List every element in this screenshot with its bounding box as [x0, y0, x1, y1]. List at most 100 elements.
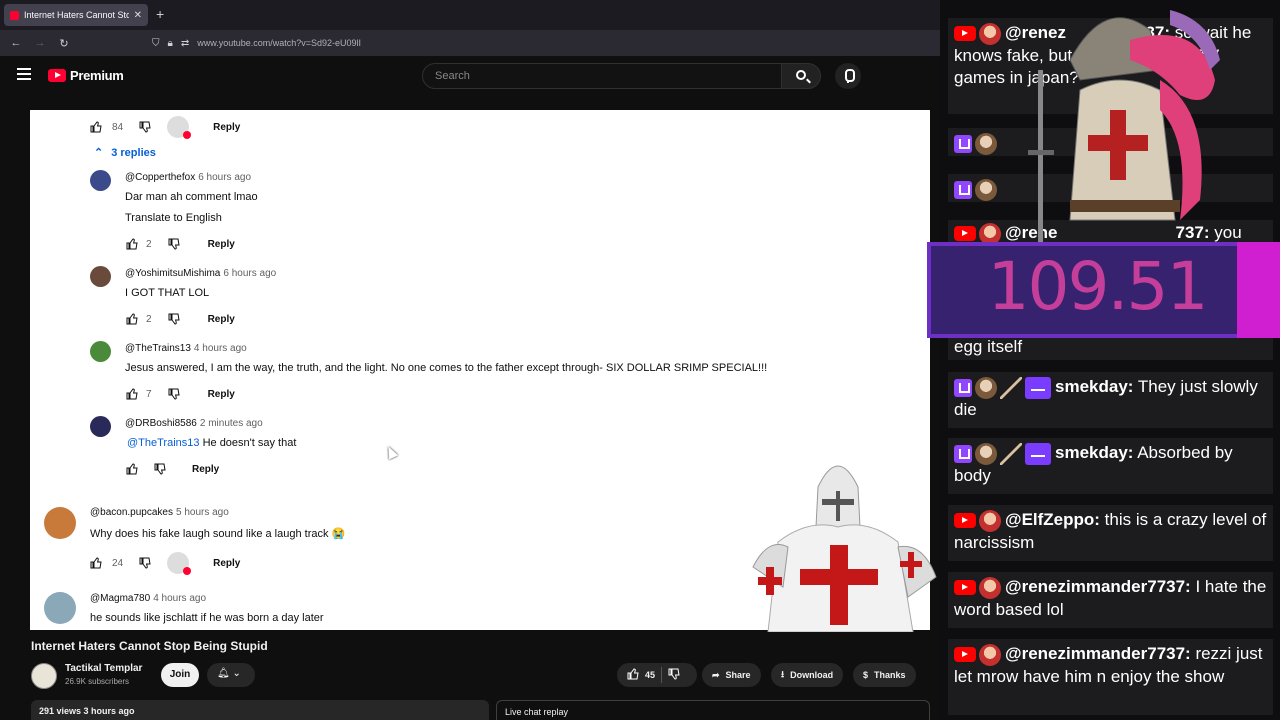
reply-button[interactable]: Reply — [208, 239, 235, 250]
channel-name[interactable]: Tactikal Templar — [65, 663, 142, 674]
user-avatar-icon — [975, 178, 997, 201]
new-tab-button[interactable]: + — [156, 6, 164, 22]
like-icon[interactable] — [90, 121, 102, 133]
tab-title: Internet Haters Cannot Stop Being Stupid — [24, 10, 129, 20]
comment-text: Jesus answered, I am the way, the truth,… — [125, 362, 768, 374]
like-icon[interactable] — [126, 238, 138, 250]
translate-link[interactable]: Translate to English — [125, 212, 222, 224]
back-icon[interactable]: ← — [4, 37, 28, 49]
chat-message: smekday: Absorbed by body — [948, 438, 1273, 494]
shield-icon[interactable]: ⛉ — [152, 38, 160, 49]
replies-toggle[interactable]: ⌃ 3 replies — [94, 146, 156, 160]
dislike-icon[interactable] — [668, 668, 680, 682]
reply-button[interactable]: Reply — [192, 464, 219, 475]
creator-heart-avatar — [167, 116, 192, 139]
channel-avatar[interactable] — [31, 663, 57, 689]
dolphin-knight-mascot-image — [1028, 10, 1220, 242]
reply-button[interactable]: Reply — [213, 122, 240, 133]
video-description-box[interactable]: 291 views 3 hours ago — [31, 700, 489, 720]
comment-actions: 24 Reply — [90, 552, 240, 575]
search-input[interactable]: Search — [422, 63, 782, 89]
avatar[interactable] — [90, 170, 111, 191]
youtube-badge-icon — [954, 647, 976, 663]
chat-message: @ElfZeppo: this is a crazy level of narc… — [948, 505, 1273, 561]
comment-author[interactable]: @Magma780 4 hours ago — [90, 593, 206, 604]
reload-icon[interactable]: ↻ — [52, 37, 76, 50]
comment-actions: 2 Reply — [126, 313, 235, 325]
comment-text: I GOT THAT LOL — [125, 287, 210, 299]
comment-author[interactable]: @Copperthefox 6 hours ago — [125, 172, 251, 183]
dislike-icon[interactable] — [154, 463, 166, 475]
emote-badge-icon — [1025, 376, 1051, 399]
logo-text: Premium — [70, 68, 124, 83]
voice-search-icon[interactable] — [835, 63, 861, 89]
browser-tab-bar: Internet Haters Cannot Stop Being Stupid… — [0, 0, 940, 30]
comment-author[interactable]: @TheTrains13 4 hours ago — [125, 343, 247, 354]
download-icon: ⭳ — [781, 669, 785, 679]
browser-tab[interactable]: Internet Haters Cannot Stop Being Stupid… — [4, 4, 148, 26]
address-bar[interactable]: ⛉ 🔒︎ ⇄ www.youtube.com/watch?v=Sd92-eU09… — [152, 33, 922, 53]
avatar[interactable] — [90, 416, 111, 437]
lock-icon[interactable]: 🔒︎ — [168, 38, 173, 49]
forward-icon[interactable]: → — [28, 37, 52, 49]
video-like-count: 45 — [645, 670, 656, 680]
share-button[interactable]: ➦ Share — [702, 663, 761, 687]
chat-message: smekday: They just slowly die — [948, 372, 1273, 428]
like-icon[interactable] — [90, 557, 102, 569]
replies-toggle-label: 3 replies — [111, 146, 156, 159]
sword-badge-icon — [1000, 376, 1022, 399]
comment-text: Dar man ah comment lmao — [125, 191, 258, 203]
dislike-icon[interactable] — [139, 121, 151, 133]
reply-button[interactable]: Reply — [213, 558, 240, 569]
like-icon[interactable] — [627, 668, 639, 682]
divider — [661, 667, 663, 683]
search-button[interactable] — [781, 63, 821, 89]
download-button[interactable]: ⭳ Download — [771, 663, 844, 687]
avatar[interactable] — [44, 507, 76, 539]
menu-icon[interactable] — [17, 68, 31, 80]
permissions-icon[interactable]: ⇄ — [181, 38, 189, 49]
close-tab-icon[interactable]: ✕ — [134, 10, 142, 21]
youtube-badge-icon — [954, 580, 976, 596]
counter-value: 109.51 — [987, 248, 1209, 325]
like-icon[interactable] — [126, 463, 138, 475]
youtube-premium-logo[interactable]: Premium — [48, 68, 124, 83]
avatar[interactable] — [90, 341, 111, 362]
like-icon[interactable] — [126, 388, 138, 400]
dislike-icon[interactable] — [168, 313, 180, 325]
share-icon: ➦ — [712, 669, 720, 680]
comment-text: @TheTrains13 He doesn't say that — [127, 437, 297, 449]
emote-badge-icon — [1025, 442, 1051, 465]
mention-link[interactable]: @TheTrains13 — [127, 437, 200, 449]
search-icon — [796, 70, 806, 80]
reply-button[interactable]: Reply — [208, 389, 235, 400]
user-avatar-icon — [979, 22, 1001, 45]
live-chat-replay[interactable]: Live chat replay — [496, 700, 930, 720]
comment-author[interactable]: @DRBoshi8586 2 minutes ago — [125, 418, 263, 429]
creator-heart-avatar — [167, 552, 192, 575]
url-text[interactable]: www.youtube.com/watch?v=Sd92-eU09lI — [197, 38, 361, 48]
like-icon[interactable] — [126, 313, 138, 325]
twitch-badge-icon — [954, 180, 972, 199]
thanks-button[interactable]: $ Thanks — [853, 663, 916, 687]
video-title: Internet Haters Cannot Stop Being Stupid — [31, 639, 268, 653]
comment-actions: 7 Reply — [126, 388, 235, 400]
like-count: 2 — [146, 238, 152, 250]
dislike-icon[interactable] — [168, 388, 180, 400]
counter-overlay: 109.51 — [927, 242, 1280, 338]
user-avatar-icon — [975, 376, 997, 399]
comment-text: he sounds like jschlatt if he was born a… — [90, 612, 324, 624]
avatar[interactable] — [90, 266, 111, 287]
avatar[interactable] — [44, 592, 76, 624]
notification-bell-button[interactable]: 🔔︎ ⌄ — [207, 663, 255, 687]
user-avatar-icon — [979, 643, 1001, 666]
sword-badge-icon — [1000, 442, 1022, 465]
like-dislike-button[interactable]: 45 — [617, 663, 697, 687]
reply-button[interactable]: Reply — [208, 314, 235, 325]
comment-author[interactable]: @YoshimitsuMishima 6 hours ago — [125, 268, 276, 279]
comment-author[interactable]: @bacon.pupcakes 5 hours ago — [90, 507, 229, 518]
dislike-icon[interactable] — [168, 238, 180, 250]
join-button[interactable]: Join — [161, 663, 199, 687]
dislike-icon[interactable] — [139, 557, 151, 569]
bell-icon: 🔔︎ — [217, 668, 230, 679]
